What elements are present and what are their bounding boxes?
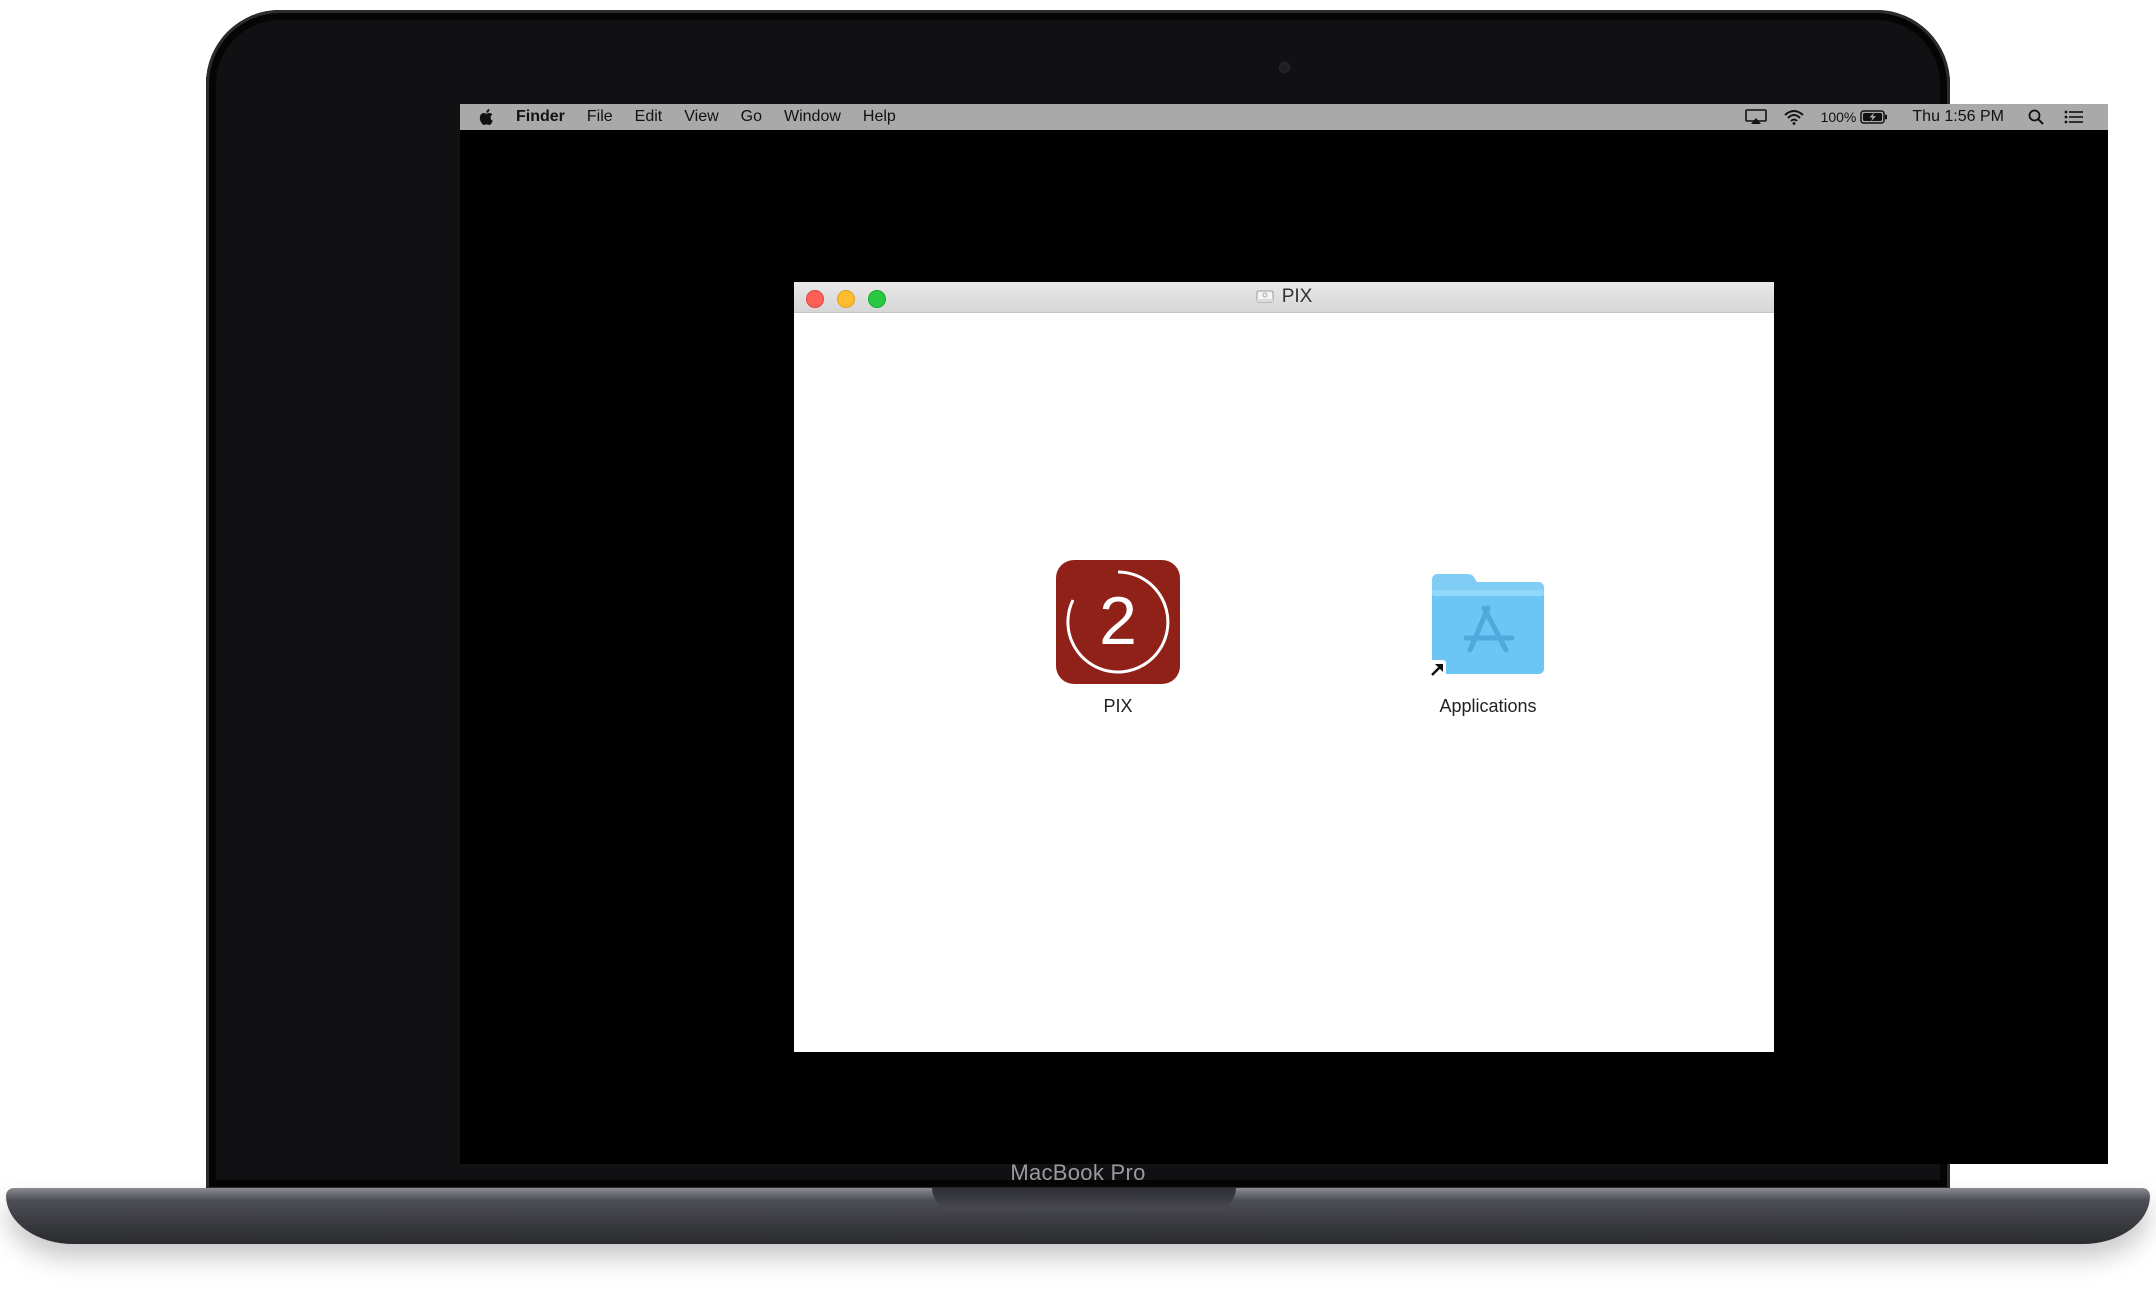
menubar-clock[interactable]: Thu 1:56 PM bbox=[1912, 108, 2004, 126]
battery-status[interactable]: 100% bbox=[1821, 109, 1889, 125]
finder-window: PIX 2 PIX Applications bbox=[794, 282, 1774, 1052]
window-title: PIX bbox=[794, 282, 1774, 312]
file-label-pix: PIX bbox=[1103, 696, 1133, 716]
device-brand-label: MacBook Pro bbox=[1010, 1160, 1146, 1185]
laptop-base bbox=[6, 1188, 2150, 1244]
battery-percent: 100% bbox=[1820, 109, 1857, 125]
pix-app-icon[interactable]: 2 bbox=[1054, 558, 1182, 686]
menu-bar: Finder File Edit View Go Window Help 100… bbox=[460, 104, 2108, 130]
file-item-pix[interactable]: 2 PIX bbox=[1028, 558, 1208, 717]
menu-file[interactable]: File bbox=[587, 108, 613, 126]
window-titlebar[interactable]: PIX bbox=[794, 282, 1774, 313]
menu-help[interactable]: Help bbox=[863, 108, 896, 126]
window-title-text: PIX bbox=[1281, 286, 1313, 307]
spotlight-search-icon[interactable] bbox=[2028, 109, 2044, 125]
screen: Finder File Edit View Go Window Help 100… bbox=[460, 104, 2108, 1164]
wifi-icon[interactable] bbox=[1783, 109, 1805, 125]
menu-edit[interactable]: Edit bbox=[635, 108, 663, 126]
menu-view[interactable]: View bbox=[684, 108, 718, 126]
menu-go[interactable]: Go bbox=[741, 108, 762, 126]
battery-charging-icon bbox=[1860, 110, 1888, 124]
macbook-mockup: Finder File Edit View Go Window Help 100… bbox=[0, 0, 2156, 1310]
applications-folder-alias-icon[interactable] bbox=[1424, 558, 1552, 686]
camera-icon bbox=[1279, 62, 1290, 73]
airplay-icon[interactable] bbox=[1744, 109, 1767, 125]
laptop-notch bbox=[932, 1188, 1236, 1210]
menu-app-finder[interactable]: Finder bbox=[516, 108, 565, 126]
alias-arrow-icon bbox=[1428, 660, 1446, 678]
pix-icon-glyph: 2 bbox=[1099, 583, 1137, 659]
disk-image-icon bbox=[1256, 290, 1274, 303]
laptop-lid: Finder File Edit View Go Window Help 100… bbox=[206, 10, 2108, 1190]
menu-window[interactable]: Window bbox=[784, 108, 841, 126]
notification-center-icon[interactable] bbox=[2064, 110, 2084, 124]
file-label-applications: Applications bbox=[1439, 696, 1537, 716]
apple-logo-icon[interactable] bbox=[478, 108, 494, 126]
file-item-applications[interactable]: Applications bbox=[1398, 558, 1578, 717]
